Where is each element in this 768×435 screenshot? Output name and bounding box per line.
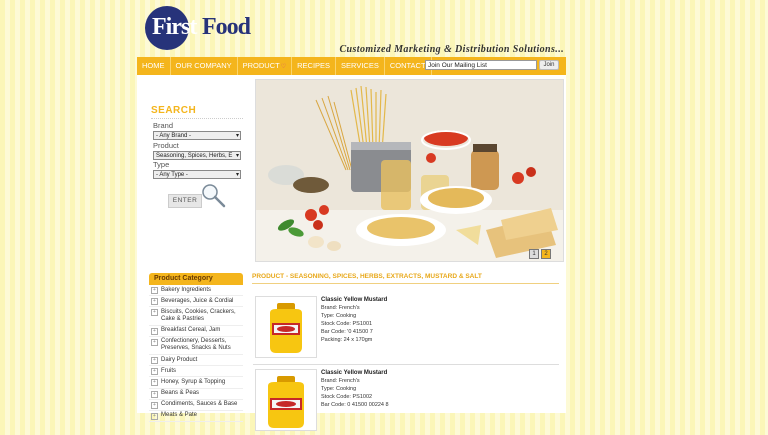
category-item[interactable]: + Fruits bbox=[149, 366, 243, 378]
join-button[interactable]: Join bbox=[539, 60, 559, 70]
category-label: Fruits bbox=[161, 367, 176, 374]
hero-food-image bbox=[256, 80, 563, 261]
product-info: Classic Yellow Mustard Brand: French's T… bbox=[321, 296, 387, 344]
category-item[interactable]: + Breakfast Cereal, Jam bbox=[149, 326, 243, 337]
chevron-down-icon: ▾ bbox=[235, 172, 239, 178]
plus-icon: + bbox=[151, 309, 158, 317]
category-label: Biscuits, Cookies, Crackers, Cake & Past… bbox=[161, 308, 236, 322]
plus-icon: + bbox=[151, 298, 158, 306]
category-label: Meats & Pate bbox=[161, 412, 198, 419]
product-label: Product bbox=[153, 141, 179, 150]
category-label: Condiments, Sauces & Base bbox=[161, 401, 238, 408]
mustard-bottle-icon bbox=[268, 376, 304, 428]
logo-first-text: First bbox=[152, 14, 197, 40]
type-label: Type bbox=[153, 160, 170, 169]
product-brand: Brand: French's bbox=[321, 305, 360, 311]
category-label: Beans & Peas bbox=[161, 390, 200, 397]
magnifier-icon[interactable] bbox=[200, 182, 228, 210]
hero-slideshow: 1 2 bbox=[255, 79, 564, 262]
category-label: Bakery Ingredients bbox=[161, 286, 212, 293]
plus-icon: + bbox=[151, 412, 158, 420]
nav-services[interactable]: SERVICES bbox=[336, 57, 385, 75]
product-section-title: PRODUCT - SEASONING, SPICES, HERBS, EXTR… bbox=[252, 273, 482, 280]
category-item[interactable]: + Beans & Peas bbox=[149, 389, 243, 400]
plus-icon: + bbox=[151, 401, 158, 409]
plus-icon: + bbox=[151, 368, 158, 376]
product-select[interactable]: Seasoning, Spices, Herbs, E ▾ bbox=[153, 151, 241, 160]
nav-home[interactable]: HOME bbox=[137, 57, 171, 75]
brand-label: Brand bbox=[153, 121, 174, 130]
main-nav: HOME OUR COMPANY PRODUCT♡ RECIPES SERVIC… bbox=[137, 57, 566, 75]
product-divider bbox=[253, 364, 559, 365]
nav-our-company[interactable]: OUR COMPANY bbox=[171, 57, 238, 75]
product-bar-code: Bar Code: 0 41500 00224 8 bbox=[321, 402, 389, 408]
product-stock-code: Stock Code: PS1001 bbox=[321, 321, 373, 327]
category-item[interactable]: + Honey, Syrup & Topping bbox=[149, 377, 243, 389]
plus-icon: + bbox=[151, 287, 158, 294]
category-item[interactable]: + Confectionery, Desserts, Preserves, Sna… bbox=[149, 337, 243, 355]
slide-page-button[interactable]: 2 bbox=[541, 249, 551, 259]
product-card[interactable]: Classic Yellow Mustard Brand: French's T… bbox=[253, 294, 559, 360]
category-label: Dairy Product bbox=[161, 356, 198, 363]
product-brand: Brand: French's bbox=[321, 378, 360, 384]
product-name[interactable]: Classic Yellow Mustard bbox=[321, 296, 387, 304]
product-bar-code: Bar Code: '0 41500 7 bbox=[321, 329, 373, 335]
category-item[interactable]: + Dairy Product bbox=[149, 355, 243, 367]
search-divider bbox=[151, 118, 243, 119]
product-category-box: Product Category + Bakery Ingredients + Be… bbox=[149, 273, 243, 423]
category-item[interactable]: + Beverages, Juice & Cordial bbox=[149, 296, 243, 308]
product-image[interactable] bbox=[255, 296, 317, 358]
nav-product[interactable]: PRODUCT♡ bbox=[238, 57, 293, 75]
category-label: Breakfast Cereal, Jam bbox=[161, 327, 221, 334]
product-packing: Packing: 24 x 170gm bbox=[321, 337, 373, 343]
nav-recipes[interactable]: RECIPES bbox=[292, 57, 337, 75]
brand-select-value: - Any Brand - bbox=[156, 133, 192, 139]
category-item[interactable]: + Condiments, Sauces & Base bbox=[149, 400, 243, 411]
category-label: Confectionery, Desserts, Preserves, Snac… bbox=[161, 338, 231, 352]
plus-icon: + bbox=[151, 356, 158, 364]
product-image[interactable] bbox=[255, 369, 317, 431]
heart-icon: ♡ bbox=[280, 64, 287, 70]
product-type: Type: Cooking bbox=[321, 313, 357, 319]
product-card[interactable]: Classic Yellow Mustard Brand: French's T… bbox=[253, 367, 559, 433]
mustard-bottle-icon bbox=[270, 303, 302, 353]
plus-icon: + bbox=[151, 338, 158, 346]
mailing-list-input[interactable]: Join Our Mailing List bbox=[425, 60, 537, 70]
category-item[interactable]: + Biscuits, Cookies, Crackers, Cake & Pas… bbox=[149, 307, 243, 326]
product-name[interactable]: Classic Yellow Mustard bbox=[321, 369, 389, 377]
logo-food-text: Food bbox=[202, 14, 251, 40]
content-area: SEARCH Brand - Any Brand - ▾ Product Seas… bbox=[137, 75, 566, 431]
plus-icon: + bbox=[151, 379, 158, 387]
slide-page-button[interactable]: 1 bbox=[529, 249, 539, 259]
product-select-value: Seasoning, Spices, Herbs, E bbox=[156, 153, 233, 159]
category-label: Beverages, Juice & Cordial bbox=[161, 297, 234, 304]
nav-product-label: PRODUCT bbox=[242, 61, 280, 70]
plus-icon: + bbox=[151, 390, 158, 398]
category-item[interactable]: + Bakery Ingredients bbox=[149, 285, 243, 297]
enter-button[interactable]: ENTER bbox=[168, 194, 202, 208]
type-select[interactable]: - Any Type - ▾ bbox=[153, 170, 241, 179]
tagline: Customized Marketing & Distribution Solu… bbox=[339, 44, 564, 55]
brand-select[interactable]: - Any Brand - ▾ bbox=[153, 131, 241, 140]
logo[interactable]: First Food bbox=[145, 6, 251, 50]
product-stock-code: Stock Code: PS1002 bbox=[321, 394, 373, 400]
slideshow-pager: 1 2 bbox=[529, 249, 551, 259]
page-container: First Food Customized Marketing & Distri… bbox=[137, 0, 566, 431]
chevron-down-icon: ▾ bbox=[235, 153, 239, 159]
product-type: Type: Cooking bbox=[321, 386, 357, 392]
product-section-divider bbox=[252, 283, 559, 284]
chevron-down-icon: ▾ bbox=[235, 133, 239, 139]
product-category-title: Product Category bbox=[149, 273, 243, 285]
type-select-value: - Any Type - bbox=[156, 172, 188, 178]
plus-icon: + bbox=[151, 327, 158, 335]
search-title: SEARCH bbox=[151, 105, 197, 116]
category-label: Honey, Syrup & Topping bbox=[161, 378, 226, 385]
product-info: Classic Yellow Mustard Brand: French's T… bbox=[321, 369, 389, 409]
